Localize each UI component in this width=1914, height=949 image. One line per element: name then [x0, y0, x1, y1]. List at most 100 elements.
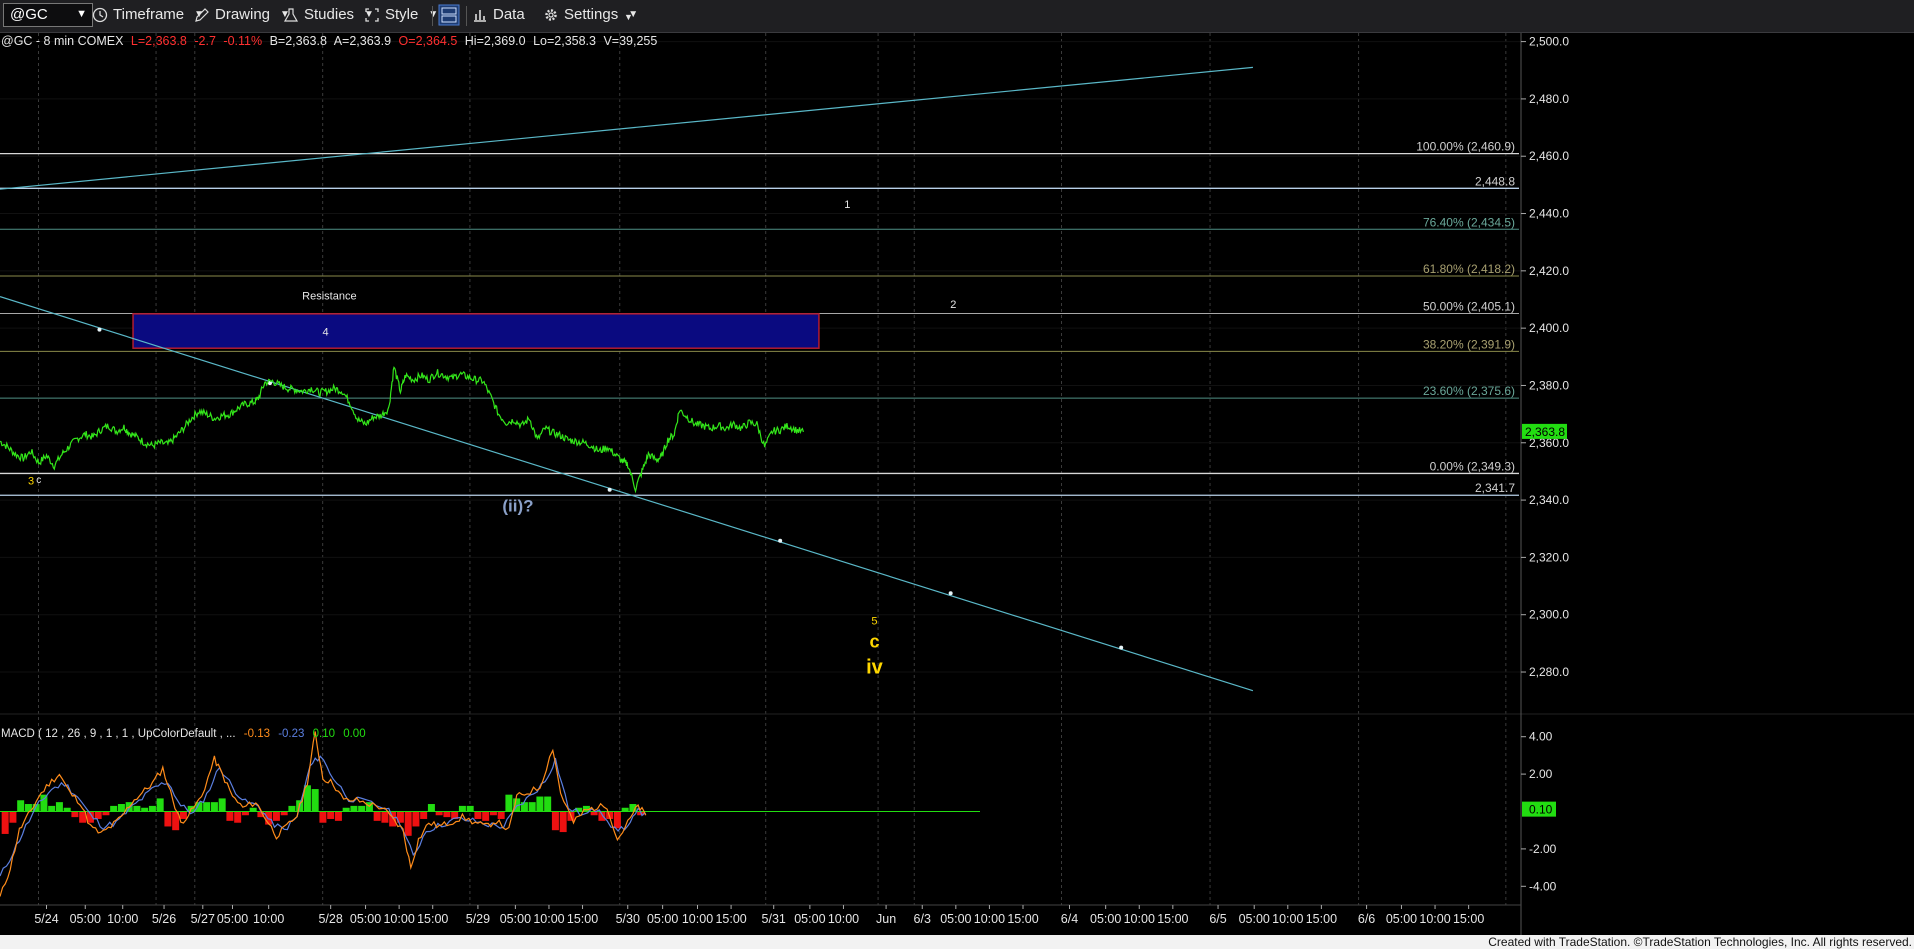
toolbar-divider [466, 6, 467, 26]
time-tick-label: 15:00 [715, 912, 746, 926]
time-tick-label: 05:00 [794, 912, 825, 926]
price-tick-label: 2,380.0 [1529, 378, 1569, 392]
info-change: -2.7 [194, 34, 216, 48]
time-tick-label: 10:00 [533, 912, 564, 926]
wave-label: c [869, 632, 879, 652]
clock-icon [92, 7, 108, 22]
drawing-button[interactable]: Drawing ▼ [194, 6, 290, 23]
macd-zero-value: 0.00 [343, 728, 365, 740]
wave-label: 2 [950, 299, 956, 311]
layout-button[interactable] [438, 4, 460, 26]
footer-bar: Created with TradeStation. ©TradeStation… [0, 935, 1914, 949]
time-tick-label: 10:00 [107, 912, 138, 926]
layout-icon [438, 4, 460, 26]
time-tick-label: 6/5 [1209, 912, 1226, 926]
macd-histogram-bar [17, 800, 25, 812]
price-tick-label: 2,500.0 [1529, 35, 1569, 49]
symbol-input[interactable]: @GC ▼ [3, 3, 93, 27]
studies-label: Studies [304, 6, 355, 23]
macd-histogram-bar [373, 811, 381, 821]
macd-histogram-bar [272, 811, 280, 821]
macd-histogram-bar [544, 796, 552, 812]
data-label: Data [493, 6, 525, 23]
macd-histogram-bar [551, 811, 559, 831]
time-tick-label: 15:00 [1007, 912, 1038, 926]
macd-histogram-bar [288, 805, 296, 812]
price-tick-label: 2,420.0 [1529, 264, 1569, 278]
price-tick-label: 2,280.0 [1529, 665, 1569, 679]
time-tick-label: 15:00 [417, 912, 448, 926]
macd-histogram-bar [9, 811, 17, 823]
time-tick-label: 05:00 [1386, 912, 1417, 926]
studies-button[interactable]: Studies ▼ [283, 6, 374, 23]
macd-histogram-bar [342, 807, 350, 812]
macd-histogram-bar [164, 811, 172, 827]
macd-histogram-bar [458, 805, 466, 812]
fib-level-label: 61.80% (2,418.2) [1423, 262, 1515, 276]
info-last: L=2,363.8 [131, 34, 187, 48]
price-tick-label: 2,400.0 [1529, 321, 1569, 335]
fib-level-label: 100.00% (2,460.9) [1416, 140, 1515, 154]
macd-histogram-bar [358, 805, 366, 812]
time-tick-label: 15:00 [1306, 912, 1337, 926]
trendline-anchor-point [97, 327, 102, 332]
macd-tick-label: -4.00 [1529, 879, 1557, 893]
time-tick-label: 6/3 [914, 912, 931, 926]
macd-tick-label: 2.00 [1529, 767, 1553, 781]
fib-level-label: 38.20% (2,391.9) [1423, 337, 1515, 351]
macd-label: MACD ( 12 , 26 , 9 , 1 , 1 , UpColorDefa… [1, 728, 236, 740]
time-tick-label: 5/29 [466, 912, 490, 926]
chevron-down-icon[interactable]: ▼ [76, 8, 87, 20]
chevron-down-icon: ▼ [624, 12, 633, 22]
price-chart[interactable]: 100.00% (2,460.9) 2,448.8 76.40% (2,434.5)… [0, 33, 1914, 935]
pencil-icon [195, 7, 209, 22]
wave-label: 3 [28, 475, 34, 487]
wave-label: 4 [322, 326, 328, 338]
info-volume: V=39,255 [603, 34, 657, 48]
data-button[interactable]: Data [472, 6, 525, 23]
macd-histogram-bar [350, 805, 358, 812]
time-tick-label: 6/4 [1061, 912, 1078, 926]
macd-histogram-bar [102, 811, 110, 816]
time-tick-label: Jun [876, 912, 896, 926]
macd-histogram-bar [412, 811, 420, 827]
style-icon [365, 7, 379, 22]
timeframe-button[interactable]: Timeframe ▼ [92, 6, 204, 23]
macd-histogram-bar [234, 811, 242, 823]
macd-histogram-bar [528, 802, 536, 812]
macd-histogram-bar [427, 804, 435, 812]
time-tick-label: 05:00 [647, 912, 678, 926]
macd-histogram-bar [141, 807, 149, 812]
info-ask: A=2,363.9 [334, 34, 391, 48]
macd-histogram-bar [319, 811, 327, 823]
macd-histogram-bar [598, 811, 606, 821]
time-tick-label: 5/26 [152, 912, 176, 926]
time-tick-label: 05:00 [500, 912, 531, 926]
time-tick-label: 6/6 [1358, 912, 1375, 926]
macd-histogram-bar [621, 807, 629, 812]
price-tick-label: 2,440.0 [1529, 207, 1569, 221]
macd-histogram-bar [280, 811, 288, 816]
wave-label: iv [866, 656, 884, 678]
wave-label: 5 [871, 616, 877, 628]
flask-icon [283, 7, 299, 22]
trendline-anchor-point [778, 538, 783, 543]
macd-histogram-bar [226, 811, 234, 821]
resistance-zone[interactable] [132, 313, 820, 349]
toolbar-more-button[interactable]: ▼ [624, 12, 633, 22]
trendline-anchor-point [1119, 645, 1124, 650]
copyright-text: Created with TradeStation. ©TradeStation… [1488, 935, 1912, 949]
price-tick-label: 2,340.0 [1529, 493, 1569, 507]
macd-histogram-bar [179, 811, 187, 819]
style-button[interactable]: Style ▼ [364, 6, 438, 23]
macd-histogram-bar [55, 802, 63, 812]
price-tick-label: 2,300.0 [1529, 608, 1569, 622]
macd-histogram-bar [218, 798, 226, 812]
macd-histogram-bar [48, 805, 56, 812]
macd-histogram-bar [505, 794, 513, 812]
macd-histogram-bar [241, 811, 249, 816]
macd-histogram-bar [389, 811, 397, 827]
macd-histogram-bar [435, 811, 443, 816]
drawing-label: Drawing [215, 6, 271, 23]
fib-level-label: 50.00% (2,405.1) [1423, 300, 1515, 314]
